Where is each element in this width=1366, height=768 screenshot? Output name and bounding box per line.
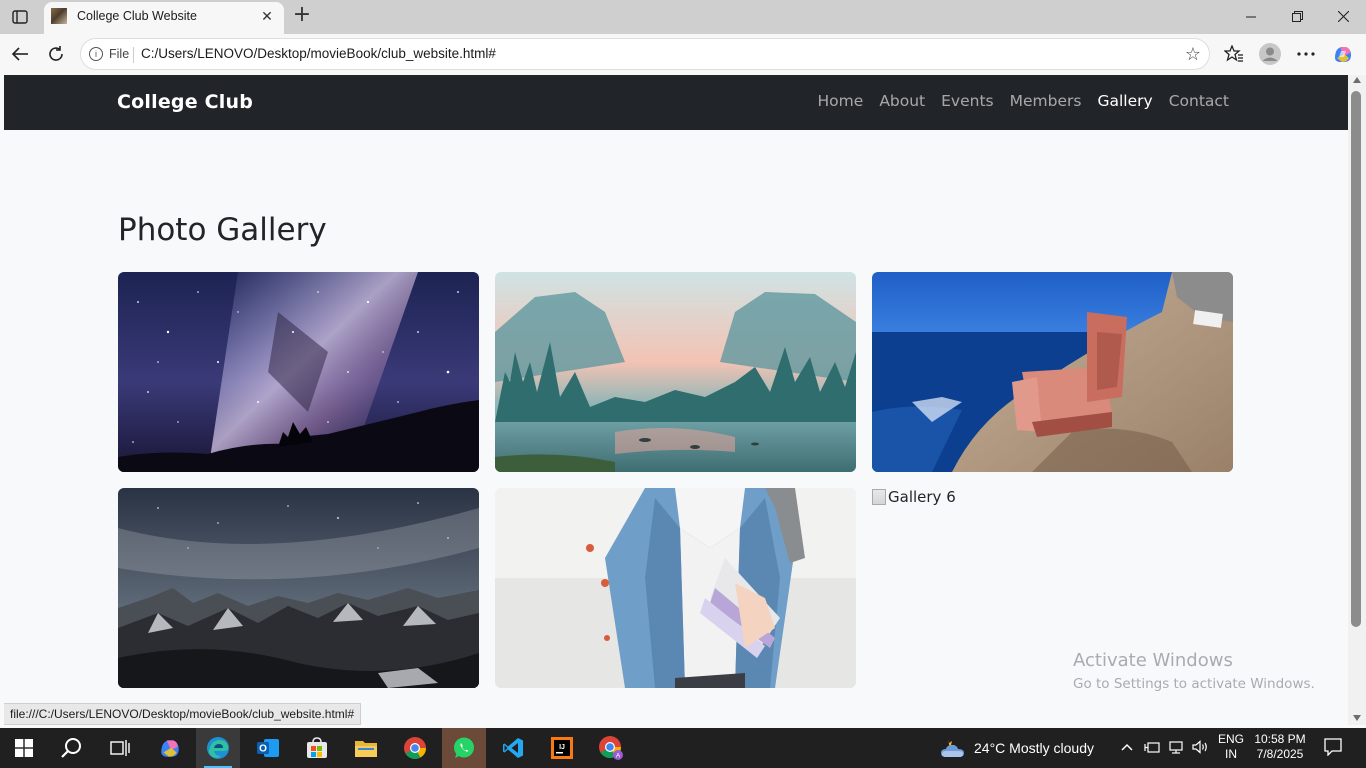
new-tab-button[interactable]: +: [290, 4, 314, 28]
nav-links: Home About Events Members Gallery Contac…: [818, 92, 1229, 110]
profile-avatar-icon[interactable]: [1258, 42, 1282, 66]
nav-link-members[interactable]: Members: [1010, 92, 1082, 110]
edge-browser-icon[interactable]: [196, 728, 240, 768]
outlook-icon[interactable]: O: [246, 728, 290, 768]
clock-time: 10:58 PM: [1254, 732, 1306, 746]
gallery-image-2[interactable]: [495, 272, 856, 472]
page-viewport: College Club Home About Events Members G…: [4, 75, 1348, 725]
windows-taskbar: O IJ A 24°C Mostly cloudy ENG IN 10:58 P…: [0, 728, 1366, 768]
minimize-button[interactable]: [1228, 0, 1274, 32]
weather-text: 24°C Mostly cloudy: [974, 740, 1094, 756]
nav-link-contact[interactable]: Contact: [1169, 92, 1229, 110]
site-navbar: College Club Home About Events Members G…: [4, 75, 1348, 130]
notifications-icon[interactable]: [1324, 738, 1342, 760]
language-indicator[interactable]: ENG IN: [1218, 732, 1244, 762]
svg-text:O: O: [259, 744, 267, 755]
gallery-image-6-broken[interactable]: Gallery 6: [872, 488, 956, 506]
favorites-icon[interactable]: [1222, 42, 1246, 66]
broken-image-icon: [872, 489, 886, 505]
site-favicon-icon: [51, 8, 67, 24]
address-separator: [133, 47, 134, 63]
microsoft-store-icon[interactable]: [295, 728, 339, 768]
scrollbar-thumb[interactable]: [1351, 91, 1361, 627]
vscode-icon[interactable]: [491, 728, 535, 768]
taskbar-clock[interactable]: 10:58 PM 7/8/2025: [1252, 732, 1308, 762]
copilot-icon[interactable]: [1331, 42, 1355, 66]
copilot-taskbar-icon[interactable]: [148, 728, 192, 768]
page-scrollbar[interactable]: [1348, 75, 1366, 725]
gallery-image-5[interactable]: [495, 488, 856, 688]
gallery-image-3[interactable]: [872, 272, 1233, 472]
cloudy-weather-icon: [941, 739, 964, 757]
address-url[interactable]: C:/Users/LENOVO/Desktop/movieBook/club_w…: [141, 46, 496, 61]
volume-icon[interactable]: [1192, 740, 1210, 758]
restore-button[interactable]: [1274, 0, 1320, 32]
favorite-star-icon[interactable]: ☆: [1185, 44, 1201, 65]
watermark-title: Activate Windows: [1073, 650, 1233, 671]
link-status-bar: file:///C:/Users/LENOVO/Desktop/movieBoo…: [4, 703, 362, 725]
show-hidden-icons-chevron-icon[interactable]: [1121, 740, 1133, 755]
chrome-profile-icon[interactable]: A: [589, 728, 633, 768]
close-window-button[interactable]: [1320, 0, 1366, 32]
battery-plug-icon[interactable]: [1144, 740, 1160, 758]
address-bar[interactable]: i File C:/Users/LENOVO/Desktop/movieBook…: [80, 38, 1210, 70]
tab-close-icon[interactable]: ✕: [258, 8, 276, 26]
file-explorer-icon[interactable]: [344, 728, 388, 768]
chrome-icon[interactable]: [393, 728, 437, 768]
start-windows-icon[interactable]: [2, 728, 46, 768]
browser-toolbar: i File C:/Users/LENOVO/Desktop/movieBook…: [0, 34, 1366, 74]
whatsapp-icon[interactable]: [442, 728, 486, 768]
gallery-image-6-alt: Gallery 6: [888, 488, 956, 506]
language-code: ENG: [1218, 732, 1245, 746]
task-view-icon[interactable]: [98, 728, 142, 768]
nav-link-gallery[interactable]: Gallery: [1097, 92, 1152, 110]
site-brand[interactable]: College Club: [117, 91, 253, 113]
activate-windows-watermark: Activate Windows Go to Settings to activ…: [1073, 650, 1315, 692]
nav-link-events[interactable]: Events: [941, 92, 993, 110]
back-arrow-icon[interactable]: [8, 42, 32, 66]
refresh-icon[interactable]: [44, 42, 68, 66]
svg-text:A: A: [616, 753, 621, 760]
more-options-icon[interactable]: [1294, 42, 1318, 66]
browser-tab-active[interactable]: College Club Website ✕: [44, 2, 284, 34]
gallery-image-4[interactable]: [118, 488, 479, 688]
nav-link-home[interactable]: Home: [818, 92, 864, 110]
tab-actions-icon[interactable]: [8, 6, 32, 28]
region-code: IN: [1225, 747, 1237, 761]
tab-title: College Club Website: [77, 9, 197, 23]
clock-date: 7/8/2025: [1256, 747, 1304, 761]
gallery-image-1[interactable]: [118, 272, 479, 472]
browser-tab-bar: College Club Website ✕ +: [0, 0, 1366, 34]
site-info-icon[interactable]: i: [89, 47, 103, 61]
watermark-subtitle: Go to Settings to activate Windows.: [1073, 676, 1315, 692]
gallery-heading: Photo Gallery: [118, 212, 327, 248]
svg-text:IJ: IJ: [559, 744, 565, 751]
weather-widget[interactable]: 24°C Mostly cloudy: [940, 728, 1094, 768]
scroll-up-icon[interactable]: [1353, 77, 1361, 83]
intellij-icon[interactable]: IJ: [540, 728, 584, 768]
nav-link-about[interactable]: About: [879, 92, 925, 110]
search-icon[interactable]: [50, 728, 94, 768]
address-file-label: File: [109, 47, 130, 61]
scroll-down-icon[interactable]: [1353, 715, 1361, 721]
network-icon[interactable]: [1168, 740, 1184, 758]
